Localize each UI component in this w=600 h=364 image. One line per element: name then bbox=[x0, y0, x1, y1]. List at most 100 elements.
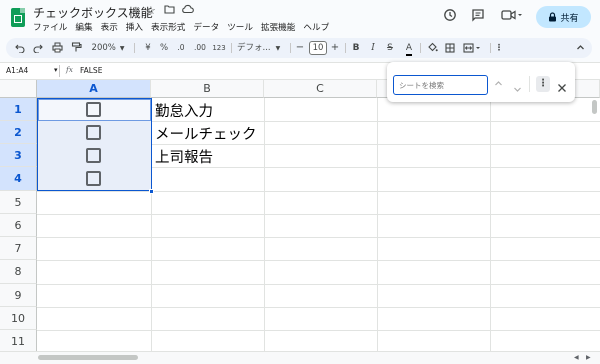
select-all-corner[interactable] bbox=[0, 80, 37, 98]
decrease-font-size-button[interactable]: − bbox=[295, 38, 305, 58]
cell-b1[interactable]: 勤怠入力 bbox=[155, 100, 213, 121]
gridline bbox=[37, 284, 600, 285]
divider bbox=[134, 43, 135, 53]
chevron-down-icon: ▼ bbox=[275, 45, 281, 52]
meet-icon[interactable] bbox=[498, 8, 526, 28]
text-color-label: A bbox=[405, 43, 413, 56]
chevron-down-icon: ▼ bbox=[119, 45, 125, 52]
gridline bbox=[37, 214, 600, 215]
font-select[interactable]: デフォ... ▼ bbox=[237, 38, 287, 58]
menu-help[interactable]: ヘルプ bbox=[303, 21, 329, 33]
decrease-decimal-button[interactable]: .0 bbox=[174, 38, 188, 58]
menu-data[interactable]: データ bbox=[193, 21, 219, 33]
column-header-b[interactable]: B bbox=[151, 80, 264, 98]
menu-file[interactable]: ファイル bbox=[33, 21, 67, 33]
checkbox-a4[interactable] bbox=[86, 171, 101, 186]
find-next-icon[interactable] bbox=[513, 79, 522, 98]
divider bbox=[490, 43, 491, 53]
increase-font-size-button[interactable]: + bbox=[330, 38, 340, 58]
row-header-7[interactable]: 7 bbox=[0, 237, 37, 260]
more-options-icon[interactable]: ⋮ bbox=[494, 38, 504, 58]
version-history-icon[interactable] bbox=[440, 8, 460, 28]
fill-handle[interactable] bbox=[149, 189, 154, 194]
gridline bbox=[37, 260, 600, 261]
scroll-right-icon[interactable]: ▶ bbox=[586, 354, 591, 361]
find-options-icon[interactable]: ⋮ bbox=[536, 76, 550, 92]
document-title[interactable]: チェックボックス機能 bbox=[33, 4, 153, 21]
comments-icon[interactable] bbox=[468, 8, 488, 28]
fx-icon: fx bbox=[66, 65, 74, 74]
row-header-9[interactable]: 9 bbox=[0, 284, 37, 307]
undo-icon[interactable] bbox=[14, 38, 26, 58]
menu-view[interactable]: 表示 bbox=[101, 21, 118, 33]
row-header-4[interactable]: 4 bbox=[0, 167, 37, 191]
app-header: チェックボックス機能 ☆ ファイル 編集 表示 挿入 表示形式 データ ツール … bbox=[0, 0, 600, 36]
borders-icon[interactable] bbox=[444, 38, 456, 58]
strikethrough-button[interactable]: S bbox=[385, 38, 395, 58]
row-header-5[interactable]: 5 bbox=[0, 191, 37, 214]
cloud-status-icon[interactable] bbox=[181, 4, 194, 17]
formula-input[interactable]: FALSE bbox=[80, 66, 102, 75]
row-header-8[interactable]: 8 bbox=[0, 260, 37, 284]
move-folder-icon[interactable] bbox=[164, 4, 175, 17]
divider bbox=[345, 43, 346, 53]
bold-button[interactable]: B bbox=[351, 38, 361, 58]
find-input[interactable] bbox=[393, 75, 488, 95]
menu-edit[interactable]: 編集 bbox=[75, 21, 92, 33]
checkbox-a1[interactable] bbox=[86, 102, 101, 117]
text-color-button[interactable]: A bbox=[403, 38, 415, 58]
currency-format-button[interactable]: ¥ bbox=[143, 38, 153, 58]
toolbar: 200% ▼ ¥ % .0 .00 123 デフォ... ▼ − 10 + B I … bbox=[6, 38, 592, 58]
star-icon[interactable]: ☆ bbox=[146, 4, 156, 17]
share-button[interactable]: 共有 bbox=[536, 6, 591, 28]
gridline bbox=[37, 237, 600, 238]
column-header-a[interactable]: A bbox=[37, 80, 151, 98]
zoom-select[interactable]: 200% ▼ bbox=[90, 38, 126, 58]
collapse-toolbar-icon[interactable] bbox=[574, 38, 586, 58]
row-header-6[interactable]: 6 bbox=[0, 214, 37, 237]
scroll-left-icon[interactable]: ◀ bbox=[574, 354, 579, 361]
find-in-sheet-panel: ⋮ bbox=[387, 62, 575, 102]
column-header-c[interactable]: C bbox=[264, 80, 377, 98]
menu-format[interactable]: 表示形式 bbox=[151, 21, 185, 33]
divider bbox=[231, 43, 232, 53]
row-header-11[interactable]: 11 bbox=[0, 330, 37, 351]
lock-icon bbox=[549, 12, 557, 22]
font-value: デフォ... bbox=[237, 43, 271, 53]
menu-insert[interactable]: 挿入 bbox=[126, 21, 143, 33]
find-previous-icon[interactable] bbox=[494, 79, 503, 91]
print-icon[interactable] bbox=[50, 38, 64, 58]
percent-format-button[interactable]: % bbox=[159, 38, 169, 58]
sheets-logo-icon[interactable] bbox=[11, 8, 25, 27]
horizontal-scroll-thumb[interactable] bbox=[38, 355, 138, 360]
menu-tools[interactable]: ツール bbox=[227, 21, 253, 33]
more-formats-button[interactable]: 123 bbox=[212, 38, 226, 58]
cell-b3[interactable]: 上司報告 bbox=[155, 146, 213, 167]
gridline bbox=[490, 98, 491, 351]
font-size-input[interactable]: 10 bbox=[309, 41, 327, 55]
redo-icon[interactable] bbox=[32, 38, 44, 58]
menu-bar: ファイル 編集 表示 挿入 表示形式 データ ツール 拡張機能 ヘルプ bbox=[33, 21, 337, 33]
italic-button[interactable]: I bbox=[368, 38, 378, 58]
gridline bbox=[377, 98, 378, 351]
row-header-2[interactable]: 2 bbox=[0, 121, 37, 144]
fill-color-icon[interactable] bbox=[426, 38, 438, 58]
checkbox-a3[interactable] bbox=[86, 148, 101, 163]
vertical-scroll-thumb[interactable] bbox=[592, 100, 597, 114]
checkbox-a2[interactable] bbox=[86, 125, 101, 140]
close-icon[interactable] bbox=[557, 78, 567, 97]
name-box[interactable]: A1:A4 bbox=[6, 66, 28, 75]
cell-b2[interactable]: メールチェック bbox=[155, 123, 257, 144]
paint-format-icon[interactable] bbox=[69, 38, 83, 58]
divider bbox=[529, 76, 530, 92]
row-header-1[interactable]: 1 bbox=[0, 98, 37, 121]
zoom-value: 200% bbox=[91, 43, 116, 53]
merge-cells-icon[interactable] bbox=[462, 38, 484, 58]
name-box-dropdown-icon[interactable]: ▾ bbox=[54, 66, 58, 74]
menu-extensions[interactable]: 拡張機能 bbox=[261, 21, 295, 33]
share-label: 共有 bbox=[560, 13, 579, 24]
row-header-10[interactable]: 10 bbox=[0, 307, 37, 330]
increase-decimal-button[interactable]: .00 bbox=[192, 38, 208, 58]
gridline bbox=[37, 330, 600, 331]
row-header-3[interactable]: 3 bbox=[0, 144, 37, 167]
